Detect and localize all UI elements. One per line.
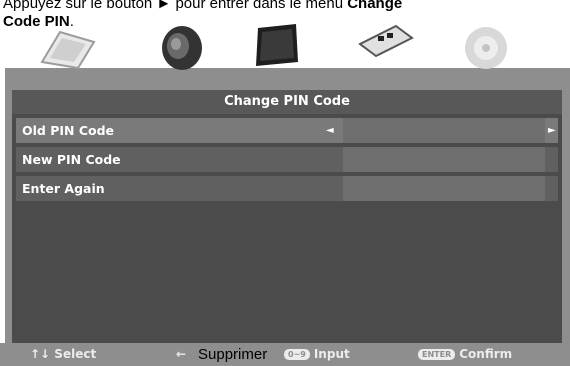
select-hint-label: Select [54,347,97,361]
old-pin-code-row[interactable]: Old PIN Code ◄ ► [16,118,558,143]
input-hint: 0~9 Input [284,347,350,361]
number-keys-badge-icon: 0~9 [284,349,310,360]
enter-key-badge-icon: ENTER [418,349,456,360]
new-pin-code-field[interactable] [343,147,545,172]
right-arrow-icon[interactable]: ► [548,118,556,143]
old-pin-code-label: Old PIN Code [22,123,115,138]
caption-text: Appuyez sur le bouton ► pour entrer dans… [3,0,348,12]
enter-again-row[interactable]: Enter Again [16,176,558,201]
new-pin-code-label: New PIN Code [22,152,121,167]
old-pin-code-field[interactable] [343,118,545,143]
confirm-hint: ENTER Confirm [418,347,512,361]
back-hint: ← [176,347,186,361]
up-down-arrows-icon: ↑↓ [30,347,51,361]
input-hint-label: Input [313,347,350,361]
caption-period: . [69,13,74,30]
supprimer-text: Supprimer [198,346,268,363]
select-hint: ↑↓ Select [30,347,96,361]
enter-again-field[interactable] [343,176,545,201]
menu-icon-row [0,22,570,84]
change-pin-panel: Change PIN Code Old PIN Code ◄ ► New PIN… [12,90,562,346]
enter-again-label: Enter Again [22,181,105,196]
osd-footer-hints: ↑↓ Select ← 0~9 Input ENTER Confirm [0,343,570,366]
caption-bold-change: Change [347,0,403,12]
left-arrow-icon[interactable]: ◄ [326,118,334,143]
new-pin-code-row[interactable]: New PIN Code [16,147,558,172]
left-arrow-back-icon: ← [176,347,187,361]
instruction-caption: Appuyez sur le bouton ► pour entrer dans… [3,0,570,31]
panel-title: Change PIN Code [12,90,562,114]
caption-bold-code-pin: Code PIN [3,13,70,30]
confirm-hint-label: Confirm [459,347,513,361]
